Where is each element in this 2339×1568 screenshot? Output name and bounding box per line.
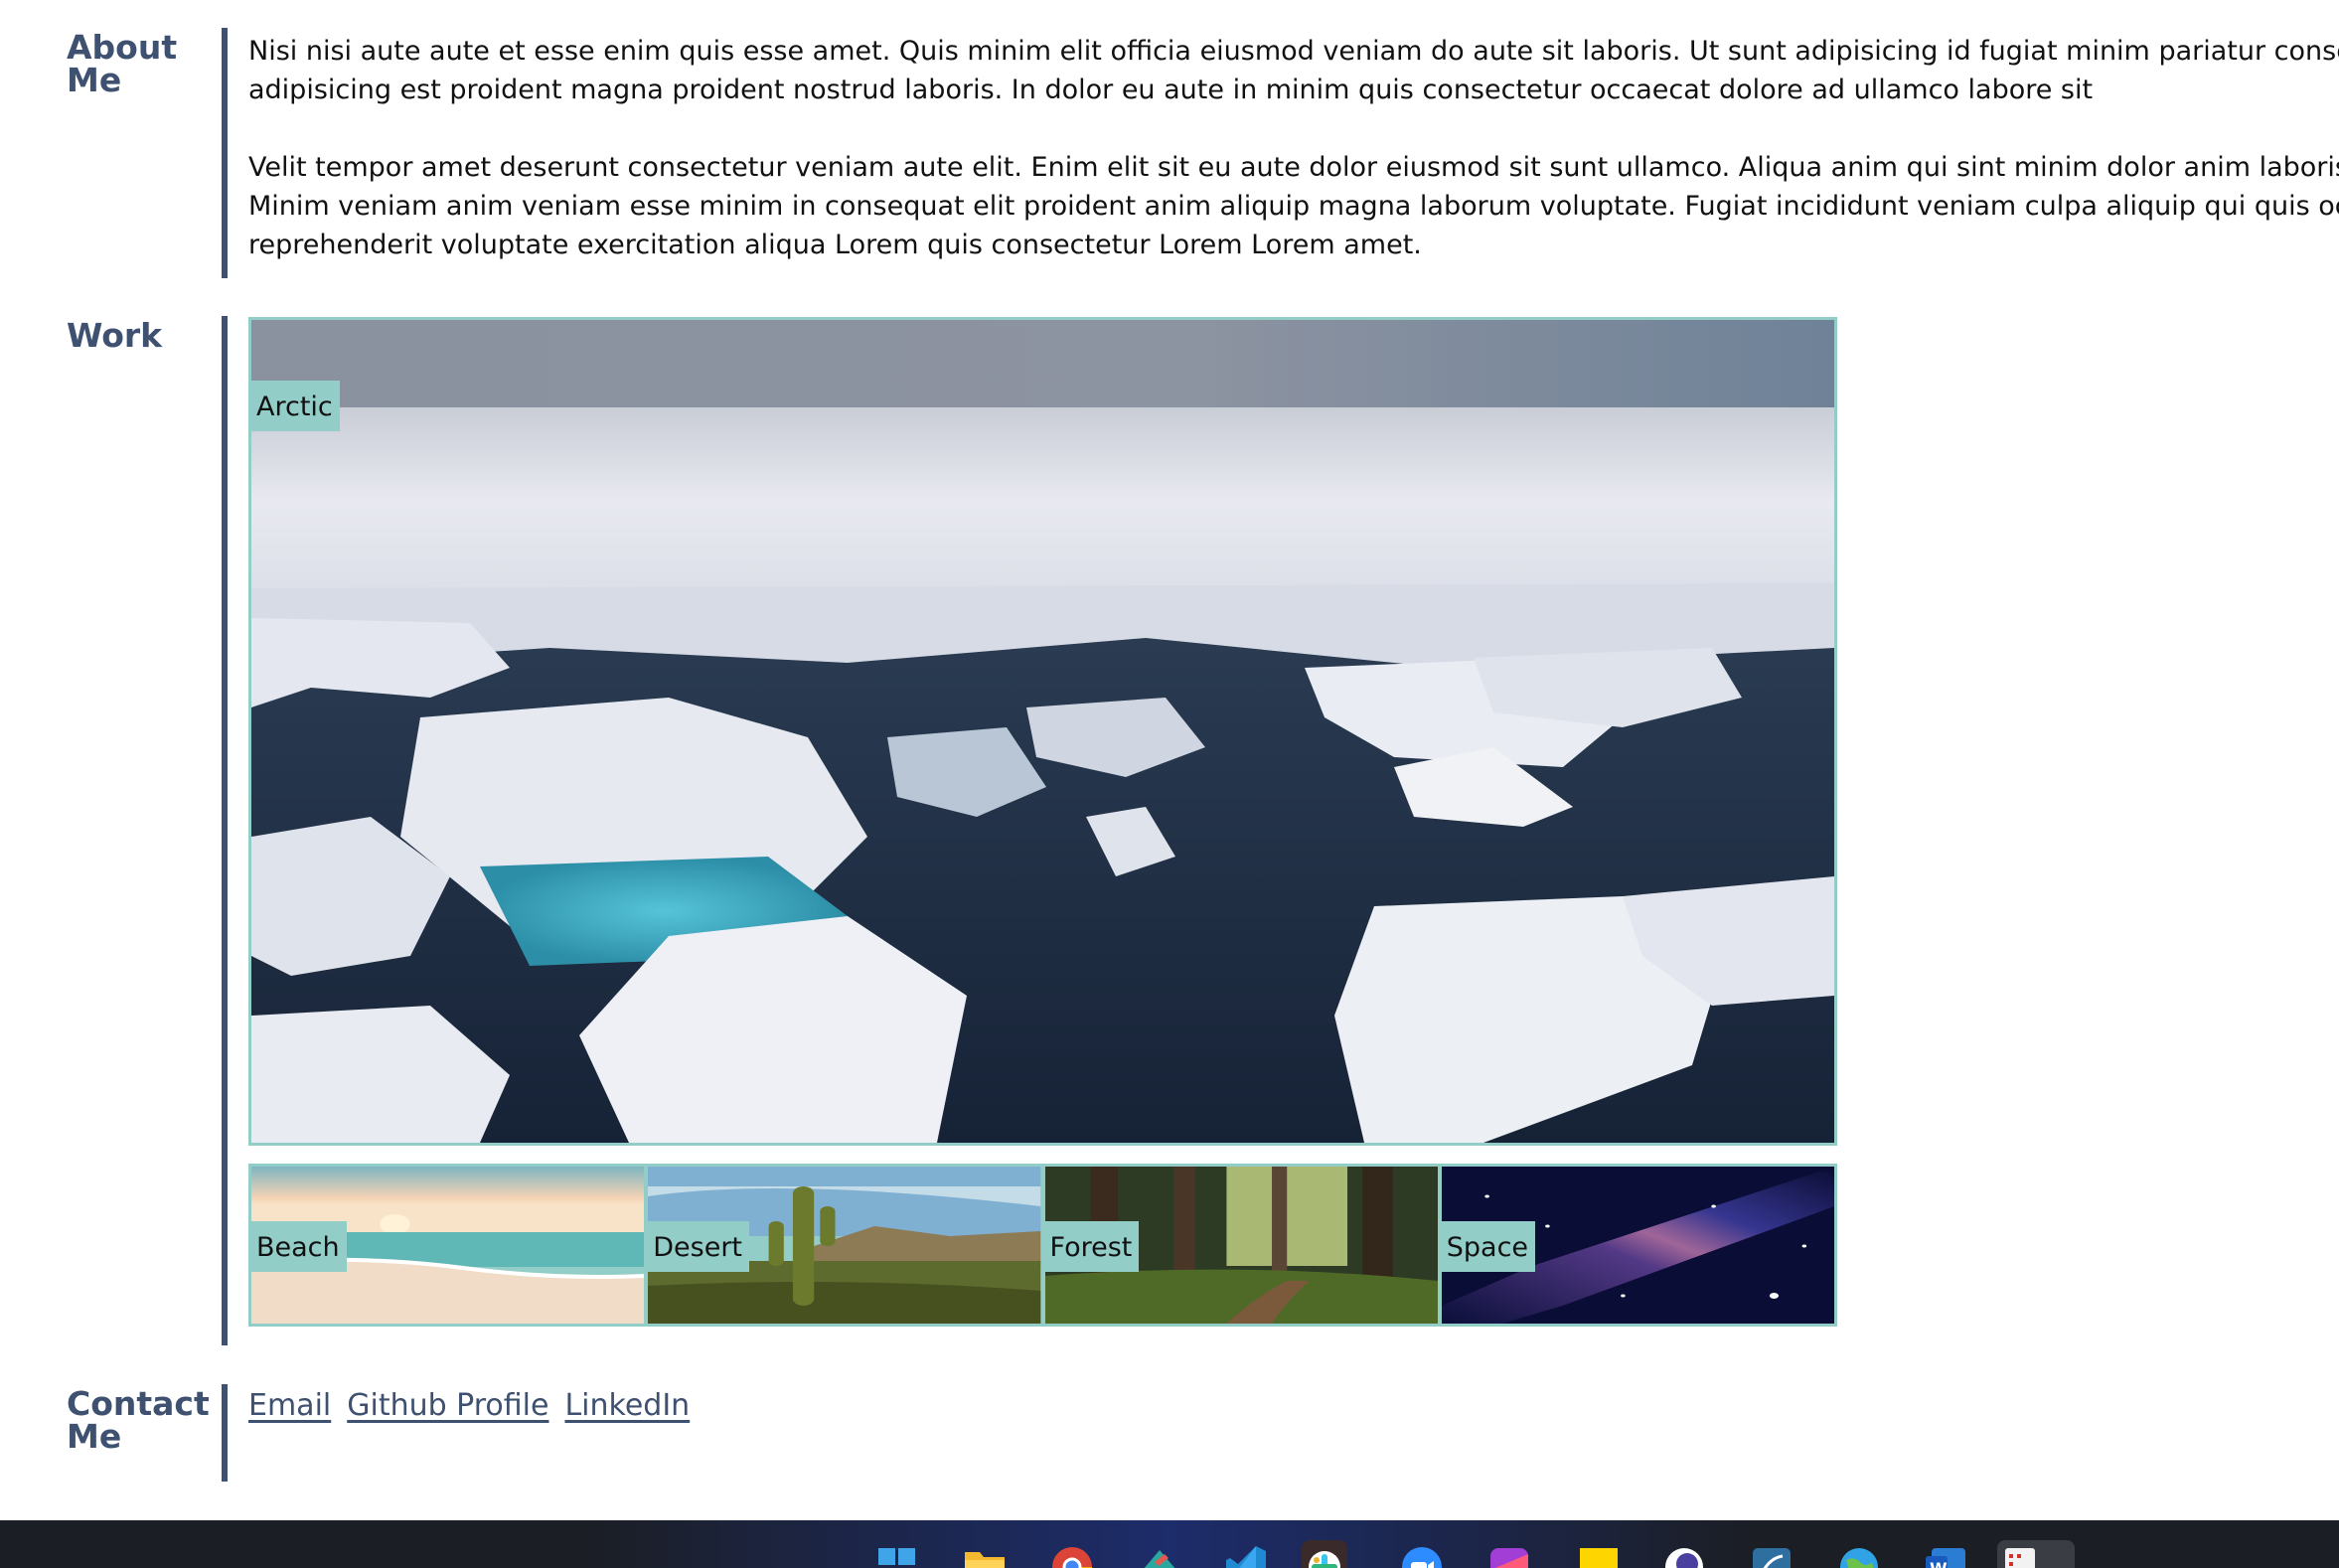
about-line: Minim veniam anim veniam esse minim in c… (248, 191, 2339, 222)
about-divider (222, 28, 228, 278)
thumbnail-forest-label: Forest (1044, 1221, 1140, 1272)
thumbnail-desert-label: Desert (648, 1221, 750, 1272)
github-profile-link[interactable]: Github Profile (347, 1389, 548, 1423)
about-paragraph-1: Nisi nisi aute aute et esse enim quis es… (248, 32, 2339, 109)
thumbnail-beach[interactable]: Beach (251, 1167, 645, 1324)
chrome-icon[interactable] (1049, 1540, 1095, 1568)
about-line: Nisi nisi aute aute et esse enim quis es… (248, 36, 2339, 67)
work-title: Work (67, 316, 163, 355)
work-thumbnails: Beach Desert Forest Space (248, 1164, 1837, 1327)
browser-icon[interactable] (1661, 1540, 1707, 1568)
featured-work-arctic[interactable]: Arctic (248, 317, 1837, 1146)
globe-icon[interactable] (1836, 1540, 1882, 1568)
taskbar: W (0, 1520, 2339, 1568)
work-divider (222, 316, 228, 1345)
email-link[interactable]: Email (248, 1389, 331, 1423)
word-icon[interactable]: W (1924, 1540, 1969, 1568)
thumbnail-forest[interactable]: Forest (1044, 1167, 1438, 1324)
thumbnail-desert[interactable]: Desert (648, 1167, 1041, 1324)
contact-links: Email Github Profile LinkedIn (248, 1389, 690, 1423)
mysql-workbench-icon[interactable] (1749, 1540, 1794, 1568)
linkedin-link[interactable]: LinkedIn (564, 1389, 690, 1423)
thumbnail-beach-label: Beach (251, 1221, 347, 1272)
figma-icon[interactable] (1486, 1540, 1532, 1568)
about-line: reprehenderit voluptate exercitation ali… (248, 230, 1422, 260)
portfolio-page: About Me Nisi nisi aute aute et esse eni… (0, 0, 2339, 1568)
thumbnail-space[interactable]: Space (1441, 1167, 1834, 1324)
work-section: Work Arctic Beach Desert Forest Space (0, 316, 2339, 1345)
arctic-image (251, 320, 1834, 1143)
featured-work-label: Arctic (251, 381, 340, 431)
zoom-icon[interactable] (1399, 1540, 1445, 1568)
about-title: About Me (67, 28, 178, 99)
slack-icon[interactable] (1302, 1540, 1347, 1568)
git-tool-icon[interactable] (1137, 1540, 1182, 1568)
about-line: Velit tempor amet deserunt consectetur v… (248, 152, 2339, 183)
thumbnail-space-label: Space (1441, 1221, 1536, 1272)
about-line: adipisicing est proident magna proident … (248, 75, 2094, 105)
contact-title: Contact Me (67, 1384, 210, 1456)
vscode-icon[interactable] (1224, 1540, 1270, 1568)
contact-divider (222, 1384, 228, 1482)
about-section: About Me Nisi nisi aute aute et esse eni… (0, 28, 2339, 278)
windows-start-icon[interactable] (874, 1540, 920, 1568)
about-text: Nisi nisi aute aute et esse enim quis es… (248, 32, 2339, 264)
contact-section: Contact Me Email Github Profile LinkedIn (0, 1384, 2339, 1482)
file-explorer-icon[interactable] (962, 1540, 1008, 1568)
app-icon[interactable] (1997, 1540, 2075, 1568)
sticky-notes-icon[interactable] (1576, 1540, 1622, 1568)
about-paragraph-2: Velit tempor amet deserunt consectetur v… (248, 148, 2339, 264)
svg-text:W: W (1930, 1559, 1948, 1568)
